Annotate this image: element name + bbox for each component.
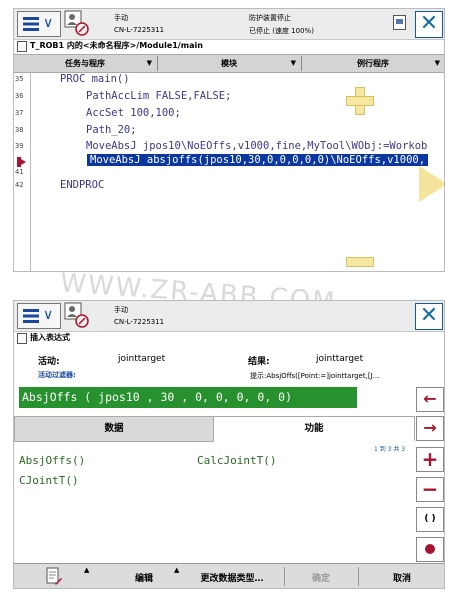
- status-header: ∨ 手动 CN-L-7225311 防护装置停止 已停止 (速度 100%) ✕: [14, 9, 444, 40]
- line-number: 39: [15, 142, 24, 150]
- line-number: 37: [15, 109, 24, 117]
- mode-text: 手动: [114, 306, 128, 314]
- close-button[interactable]: ✕: [415, 11, 443, 38]
- code-line[interactable]: MoveAbsJ jpos10\NoEOffs,v1000,fine,MyToo…: [86, 140, 427, 152]
- function-item[interactable]: CalcJointT(): [197, 454, 276, 467]
- line-number: 36: [15, 92, 24, 100]
- divider: [358, 567, 359, 586]
- quickset-icon[interactable]: [393, 15, 406, 30]
- function-item[interactable]: CJointT(): [19, 474, 79, 487]
- code-line[interactable]: AccSet 100,100;: [86, 107, 181, 119]
- subtract-button[interactable]: −: [416, 477, 444, 502]
- divider: [284, 567, 285, 586]
- title-text: 插入表达式: [30, 333, 70, 342]
- code-line-selected[interactable]: MoveAbsJ absjoffs(jpos10,30,0,0,0,0,0)\N…: [87, 154, 429, 166]
- tab-routines[interactable]: 例行程序 ▼: [302, 55, 444, 72]
- code-line[interactable]: PathAccLim FALSE,FALSE;: [86, 90, 231, 102]
- controller-name: CN-L-7225311: [114, 26, 165, 34]
- breadcrumb-text: T_ROB1 内的<未命名程序>/Module1/main: [30, 41, 203, 50]
- program-pointer-icon: [17, 157, 26, 167]
- code-editor[interactable]: 35 36 37 38 39 41 42 PROC main() PathAcc…: [14, 73, 444, 271]
- cursor-right-button[interactable]: →: [416, 416, 444, 441]
- operator-icon: [64, 302, 89, 328]
- line-number: 42: [15, 181, 24, 189]
- abb-menu-button[interactable]: ∨: [17, 303, 61, 329]
- ok-button[interactable]: 确定: [286, 564, 356, 588]
- hamburger-icon: [23, 17, 39, 31]
- active-label: 活动:: [38, 357, 60, 367]
- controller-name: CN-L-7225311: [114, 318, 165, 326]
- change-datatype-button[interactable]: 更改数据类型…: [182, 564, 282, 588]
- dropdown-arrow-icon: ▼: [290, 59, 296, 67]
- mode-text: 手动: [114, 14, 128, 22]
- edit-button[interactable]: 编辑: [114, 564, 174, 588]
- expression-field[interactable]: AbsjOffs ( jpos10 , 30 , 0, 0, 0, 0, 0): [19, 387, 357, 408]
- cancel-button[interactable]: 取消: [360, 564, 444, 588]
- line-number: 35: [15, 75, 24, 83]
- code-line[interactable]: ENDPROC: [60, 179, 104, 191]
- more-button[interactable]: [416, 537, 444, 562]
- command-bar: ▲ 编辑 ▲ 更改数据类型… 确定 取消: [14, 563, 444, 588]
- tab-data[interactable]: 数据: [14, 416, 214, 442]
- page-indicator: 1 到 3 共 3: [374, 446, 406, 453]
- dropdown-arrow-icon: ▼: [146, 59, 152, 67]
- tab-functions[interactable]: 功能: [213, 416, 415, 441]
- code-line[interactable]: Path_20;: [86, 124, 137, 136]
- result-label: 结果:: [248, 357, 270, 367]
- expression-icon: [17, 333, 27, 344]
- code-line[interactable]: PROC main(): [60, 73, 130, 85]
- expression-tabs: 数据 功能: [14, 416, 415, 442]
- cursor-left-button[interactable]: ←: [416, 387, 444, 412]
- zoom-out-icon[interactable]: [346, 257, 374, 267]
- dropdown-arrow-icon: ▼: [434, 59, 440, 67]
- edit-document-icon[interactable]: [46, 567, 62, 586]
- program-file-icon: [17, 41, 27, 52]
- filter-label[interactable]: 活动过滤器:: [38, 370, 76, 380]
- run-status: 已停止 (速度 100%): [249, 27, 314, 35]
- line-number: 41: [15, 168, 24, 176]
- function-item[interactable]: AbsjOffs(): [19, 454, 85, 467]
- hamburger-icon: [23, 309, 39, 323]
- add-button[interactable]: +: [416, 447, 444, 472]
- status-header: ∨ 手动 CN-L-7225311 ✕: [14, 301, 444, 332]
- insert-expression-panel: ∨ 手动 CN-L-7225311 ✕ 插入表达式 活动: jointtarge…: [13, 300, 445, 589]
- zoom-in-icon[interactable]: [346, 87, 374, 115]
- tab-label: 模块: [221, 59, 237, 68]
- parentheses-button[interactable]: ( ): [416, 507, 444, 532]
- tab-tasks-programs[interactable]: 任务与程序 ▼: [14, 55, 156, 72]
- page-title: 插入表达式: [14, 332, 70, 345]
- guard-status: 防护装置停止: [249, 14, 291, 22]
- tab-label: 任务与程序: [65, 59, 105, 68]
- operator-icon: [64, 10, 89, 36]
- close-button[interactable]: ✕: [415, 303, 443, 330]
- scroll-right-icon[interactable]: [419, 166, 444, 202]
- tab-modules[interactable]: 模块 ▼: [158, 55, 300, 72]
- chevron-down-icon: ∨: [43, 15, 54, 31]
- result-value: jointtarget: [316, 354, 364, 364]
- record-dot-icon: [425, 544, 435, 554]
- menu-up-arrow-icon: ▲: [174, 566, 180, 574]
- menu-up-arrow-icon: ▲: [84, 566, 90, 574]
- line-gutter: 35 36 37 38 39 41 42: [14, 73, 31, 271]
- active-value: jointtarget: [118, 354, 166, 364]
- line-number: 38: [15, 126, 24, 134]
- tab-label: 例行程序: [357, 59, 389, 68]
- abb-menu-button[interactable]: ∨: [17, 11, 61, 37]
- hint-text: 提示:AbsjOffs([Point:=]jointtarget,[J...: [250, 372, 380, 380]
- breadcrumb: T_ROB1 内的<未命名程序>/Module1/main: [14, 40, 444, 53]
- program-tab-bar: 任务与程序 ▼ 模块 ▼ 例行程序 ▼: [14, 54, 444, 73]
- chevron-down-icon: ∨: [43, 307, 54, 323]
- program-editor-panel: ∨ 手动 CN-L-7225311 防护装置停止 已停止 (速度 100%) ✕…: [13, 8, 445, 272]
